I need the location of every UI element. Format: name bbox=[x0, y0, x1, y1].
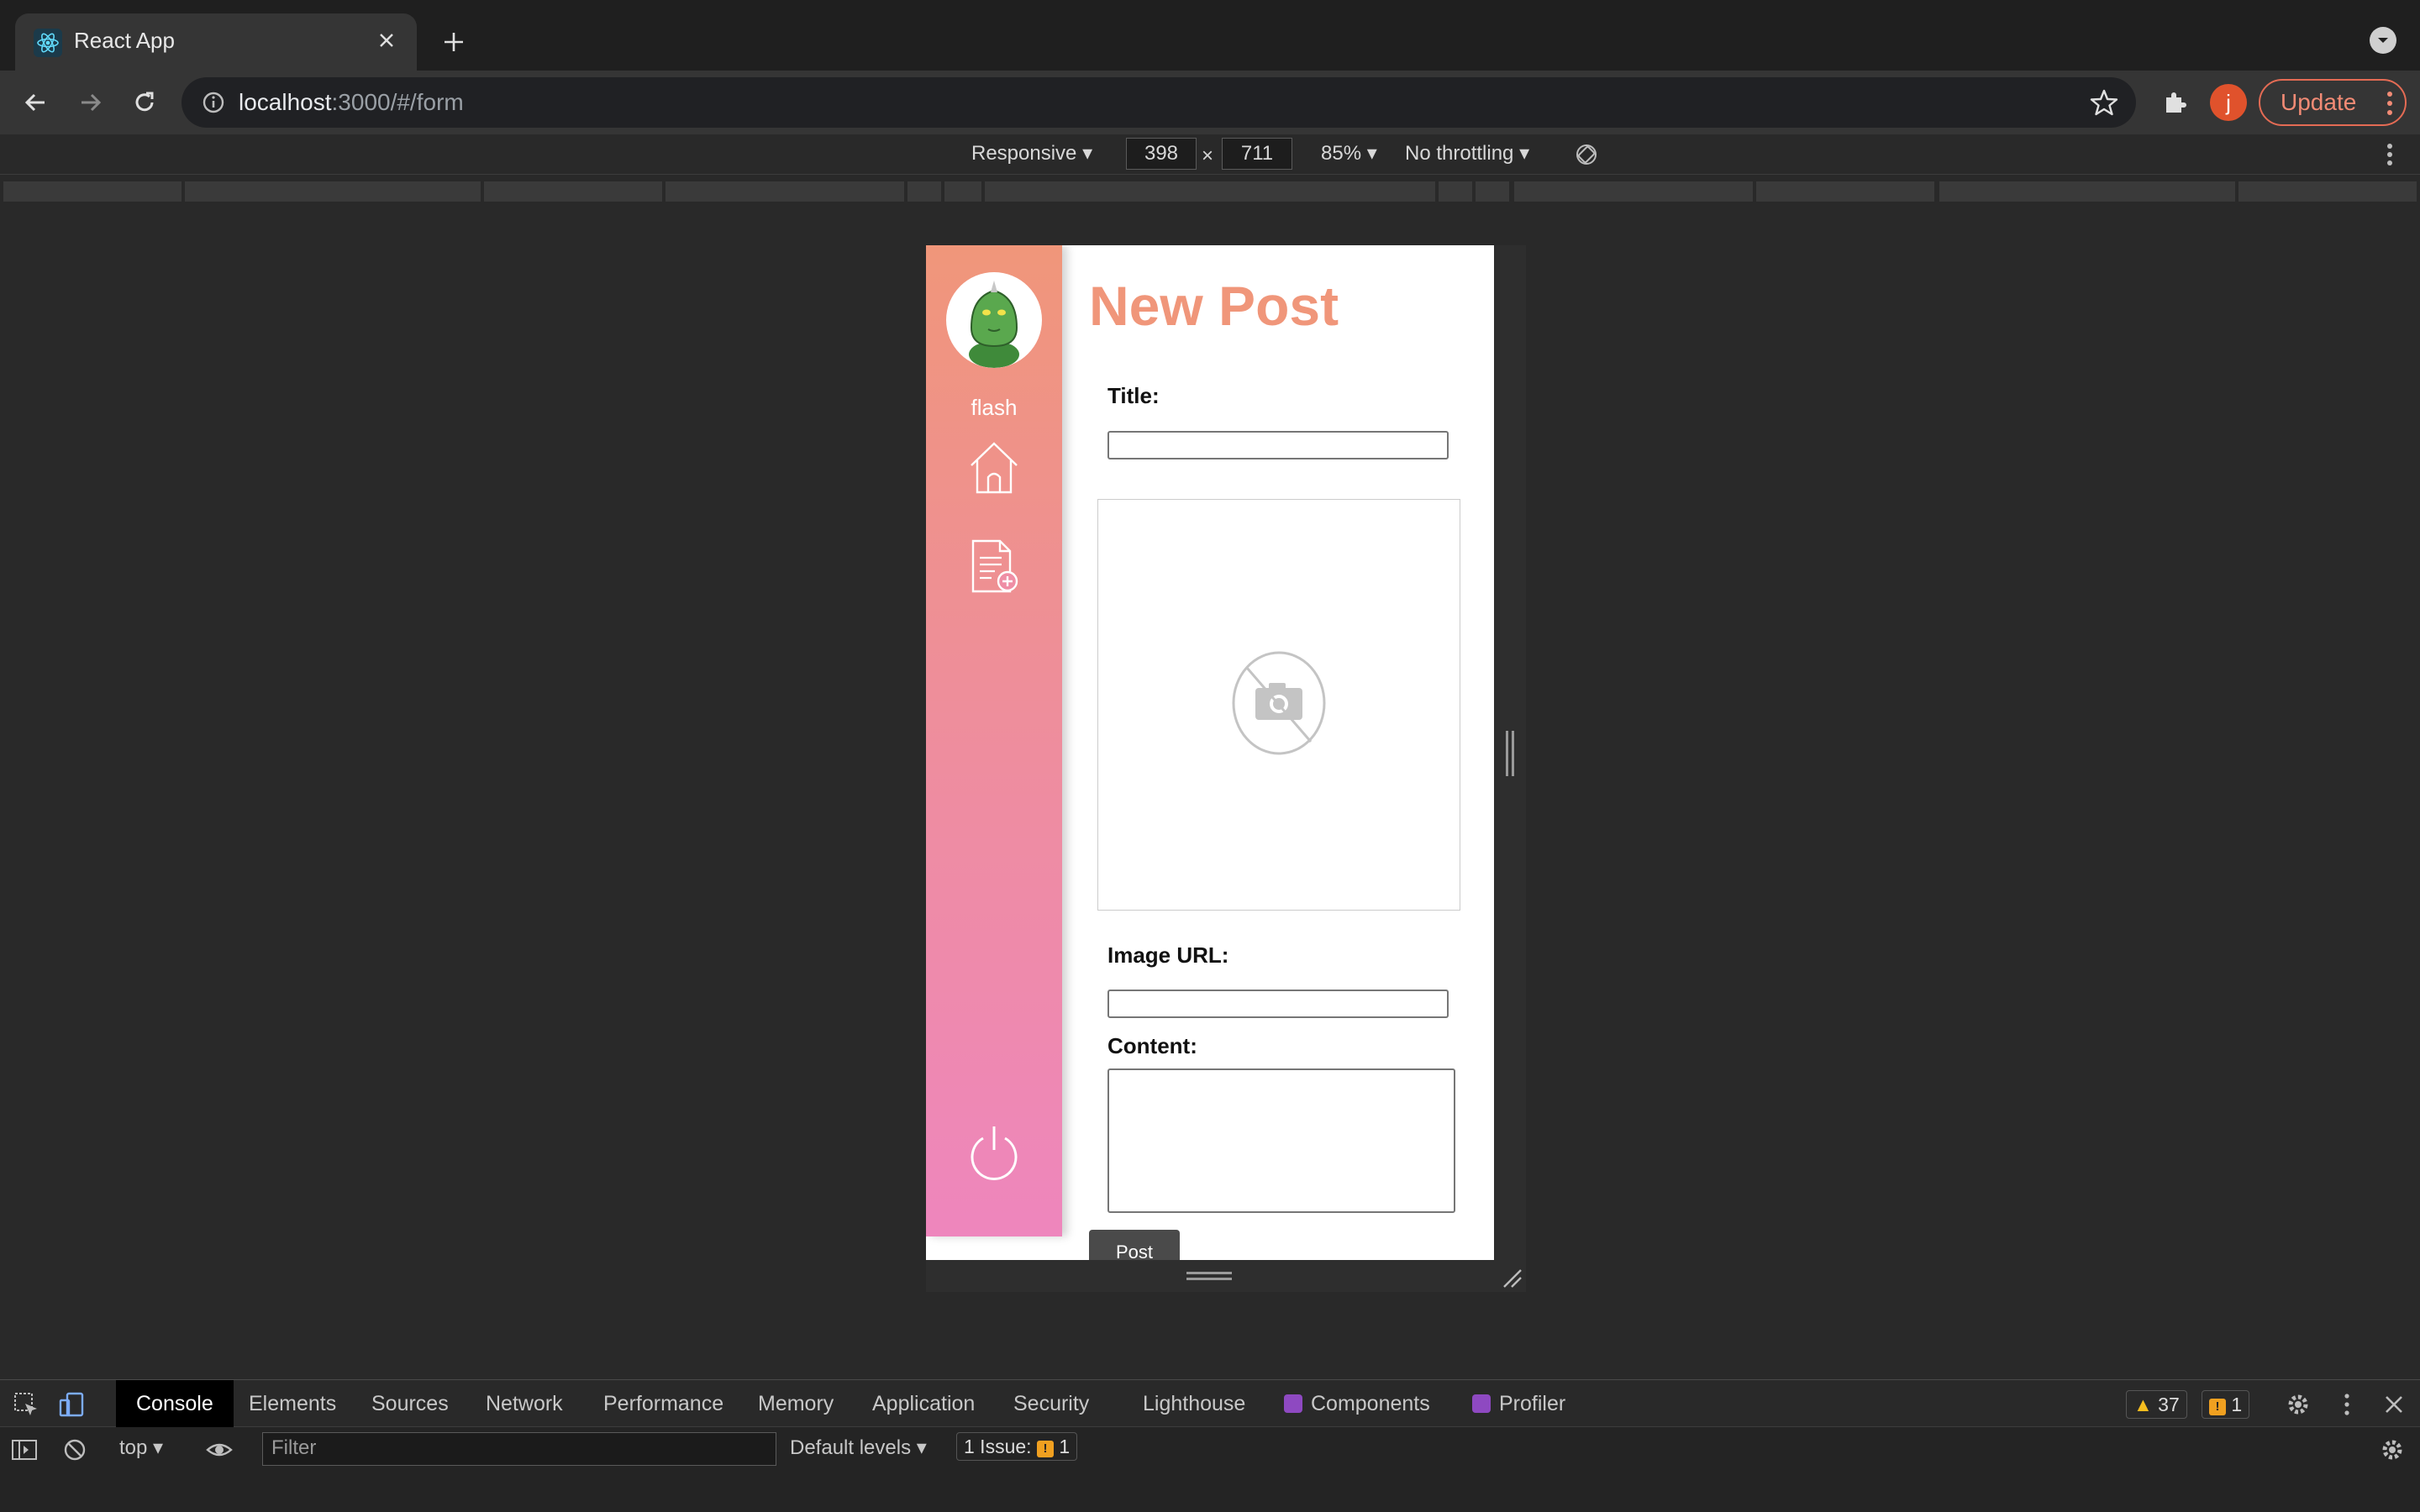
tab-react-app[interactable]: React App bbox=[15, 13, 417, 71]
tab-console[interactable]: Console bbox=[116, 1380, 234, 1427]
issues-count: 1 bbox=[2231, 1394, 2243, 1415]
device-toolbar: Responsive ▾ 398 × 711 85% ▾ No throttli… bbox=[0, 134, 2420, 175]
content-label: Content: bbox=[1107, 1033, 1197, 1058]
react-profiler-icon bbox=[1472, 1394, 1491, 1413]
tab-memory[interactable]: Memory bbox=[738, 1380, 854, 1427]
warning-triangle-icon: ▲ bbox=[2133, 1394, 2153, 1415]
forward-arrow-icon[interactable] bbox=[72, 84, 109, 121]
user-avatar[interactable] bbox=[946, 272, 1042, 368]
site-info-icon[interactable] bbox=[200, 89, 227, 116]
device-toggle-icon[interactable] bbox=[57, 1390, 86, 1419]
new-tab-plus-icon[interactable] bbox=[437, 25, 471, 59]
new-post-document-icon[interactable] bbox=[965, 538, 1023, 596]
url-host: localhost bbox=[239, 89, 332, 115]
react-favicon-icon bbox=[34, 29, 62, 57]
home-icon[interactable] bbox=[965, 437, 1023, 496]
tab-lighthouse[interactable]: Lighthouse bbox=[1123, 1380, 1265, 1427]
power-logout-icon[interactable] bbox=[965, 1123, 1023, 1182]
image-url-input[interactable] bbox=[1107, 990, 1449, 1018]
devtools-close-icon[interactable] bbox=[2380, 1390, 2408, 1419]
dimension-times: × bbox=[1202, 144, 1214, 167]
resize-handle-bottom[interactable] bbox=[1186, 1272, 1232, 1280]
warnings-count: 37 bbox=[2158, 1394, 2180, 1415]
tab-performance[interactable]: Performance bbox=[583, 1380, 744, 1427]
tab-search-chevron-icon[interactable] bbox=[2370, 27, 2396, 54]
resize-handle-right[interactable] bbox=[1506, 731, 1514, 776]
tab-strip: React App bbox=[0, 0, 2420, 71]
sidebar-username: flash bbox=[971, 395, 1018, 420]
url-text: localhost:3000/#/form bbox=[239, 89, 464, 116]
update-label: Update bbox=[2281, 89, 2357, 115]
page-title: New Post bbox=[1089, 275, 1339, 337]
browser-toolbar: localhost:3000/#/form j Update bbox=[0, 71, 2420, 134]
sidebar: flash bbox=[926, 245, 1062, 1236]
tab-title: React App bbox=[74, 28, 175, 53]
alien-avatar-icon bbox=[969, 281, 1019, 368]
post-button[interactable]: Post bbox=[1089, 1230, 1180, 1260]
context-select[interactable]: top ▾ bbox=[119, 1436, 163, 1460]
more-vert-icon bbox=[2387, 92, 2392, 115]
tab-elements[interactable]: Elements bbox=[229, 1380, 356, 1427]
resize-corner-icon[interactable] bbox=[1501, 1267, 1523, 1289]
image-url-label: Image URL: bbox=[1107, 942, 1229, 968]
reload-icon[interactable] bbox=[126, 84, 163, 121]
devtools-more-icon[interactable] bbox=[2333, 1390, 2361, 1419]
viewport-height-input[interactable]: 711 bbox=[1222, 138, 1292, 170]
extensions-puzzle-icon[interactable] bbox=[2156, 84, 2193, 121]
tab-components[interactable]: Components bbox=[1264, 1380, 1450, 1427]
device-more-icon[interactable] bbox=[2380, 141, 2400, 168]
no-image-camera-icon bbox=[1232, 651, 1326, 755]
back-arrow-icon[interactable] bbox=[17, 84, 54, 121]
tab-components-label: Components bbox=[1311, 1392, 1430, 1415]
console-sidebar-icon[interactable] bbox=[10, 1436, 39, 1464]
tab-profiler-label: Profiler bbox=[1499, 1392, 1566, 1415]
warnings-badge[interactable]: ▲ 37 bbox=[2126, 1390, 2187, 1419]
tab-application[interactable]: Application bbox=[852, 1380, 995, 1427]
media-query-bar[interactable] bbox=[0, 180, 2420, 205]
inspect-element-icon[interactable] bbox=[12, 1390, 40, 1419]
issue-flag-icon: ! bbox=[2209, 1399, 2226, 1415]
browser-window: React App localhost:3000/#/form j Update… bbox=[0, 0, 2420, 1512]
react-components-icon bbox=[1284, 1394, 1302, 1413]
profile-avatar[interactable]: j bbox=[2210, 84, 2247, 121]
console-filter-input[interactable]: Filter bbox=[262, 1432, 776, 1466]
rotate-icon[interactable] bbox=[1573, 141, 1600, 168]
close-tab-icon[interactable] bbox=[371, 25, 402, 55]
app-viewport: flash New Post Title: Image URL: Content… bbox=[926, 245, 1494, 1260]
tab-network[interactable]: Network bbox=[466, 1380, 583, 1427]
devtools-settings-gear-icon[interactable] bbox=[2284, 1390, 2312, 1419]
device-select[interactable]: Responsive ▾ bbox=[971, 141, 1092, 165]
tab-sources[interactable]: Sources bbox=[351, 1380, 469, 1427]
tab-security[interactable]: Security bbox=[993, 1380, 1109, 1427]
issues-badge[interactable]: ! 1 bbox=[2202, 1390, 2250, 1419]
devtools-panel: Console Elements Sources Network Perform… bbox=[0, 1379, 2420, 1512]
tab-profiler[interactable]: Profiler bbox=[1452, 1380, 1586, 1427]
bookmark-star-icon[interactable] bbox=[2089, 87, 2119, 118]
devtools-tabbar: Console Elements Sources Network Perform… bbox=[0, 1380, 2420, 1427]
viewport-width-input[interactable]: 398 bbox=[1126, 138, 1197, 170]
clear-console-icon[interactable] bbox=[60, 1436, 89, 1464]
zoom-select[interactable]: 85% ▾ bbox=[1321, 141, 1377, 165]
live-expression-eye-icon[interactable] bbox=[205, 1436, 234, 1464]
title-input[interactable] bbox=[1107, 431, 1449, 459]
content-textarea[interactable] bbox=[1107, 1068, 1455, 1213]
throttling-select[interactable]: No throttling ▾ bbox=[1405, 141, 1529, 165]
update-button[interactable]: Update bbox=[2259, 79, 2407, 126]
title-label: Title: bbox=[1107, 383, 1160, 408]
url-path: :3000/#/form bbox=[331, 89, 464, 115]
address-bar[interactable]: localhost:3000/#/form bbox=[182, 77, 2136, 128]
image-preview bbox=[1097, 499, 1460, 911]
